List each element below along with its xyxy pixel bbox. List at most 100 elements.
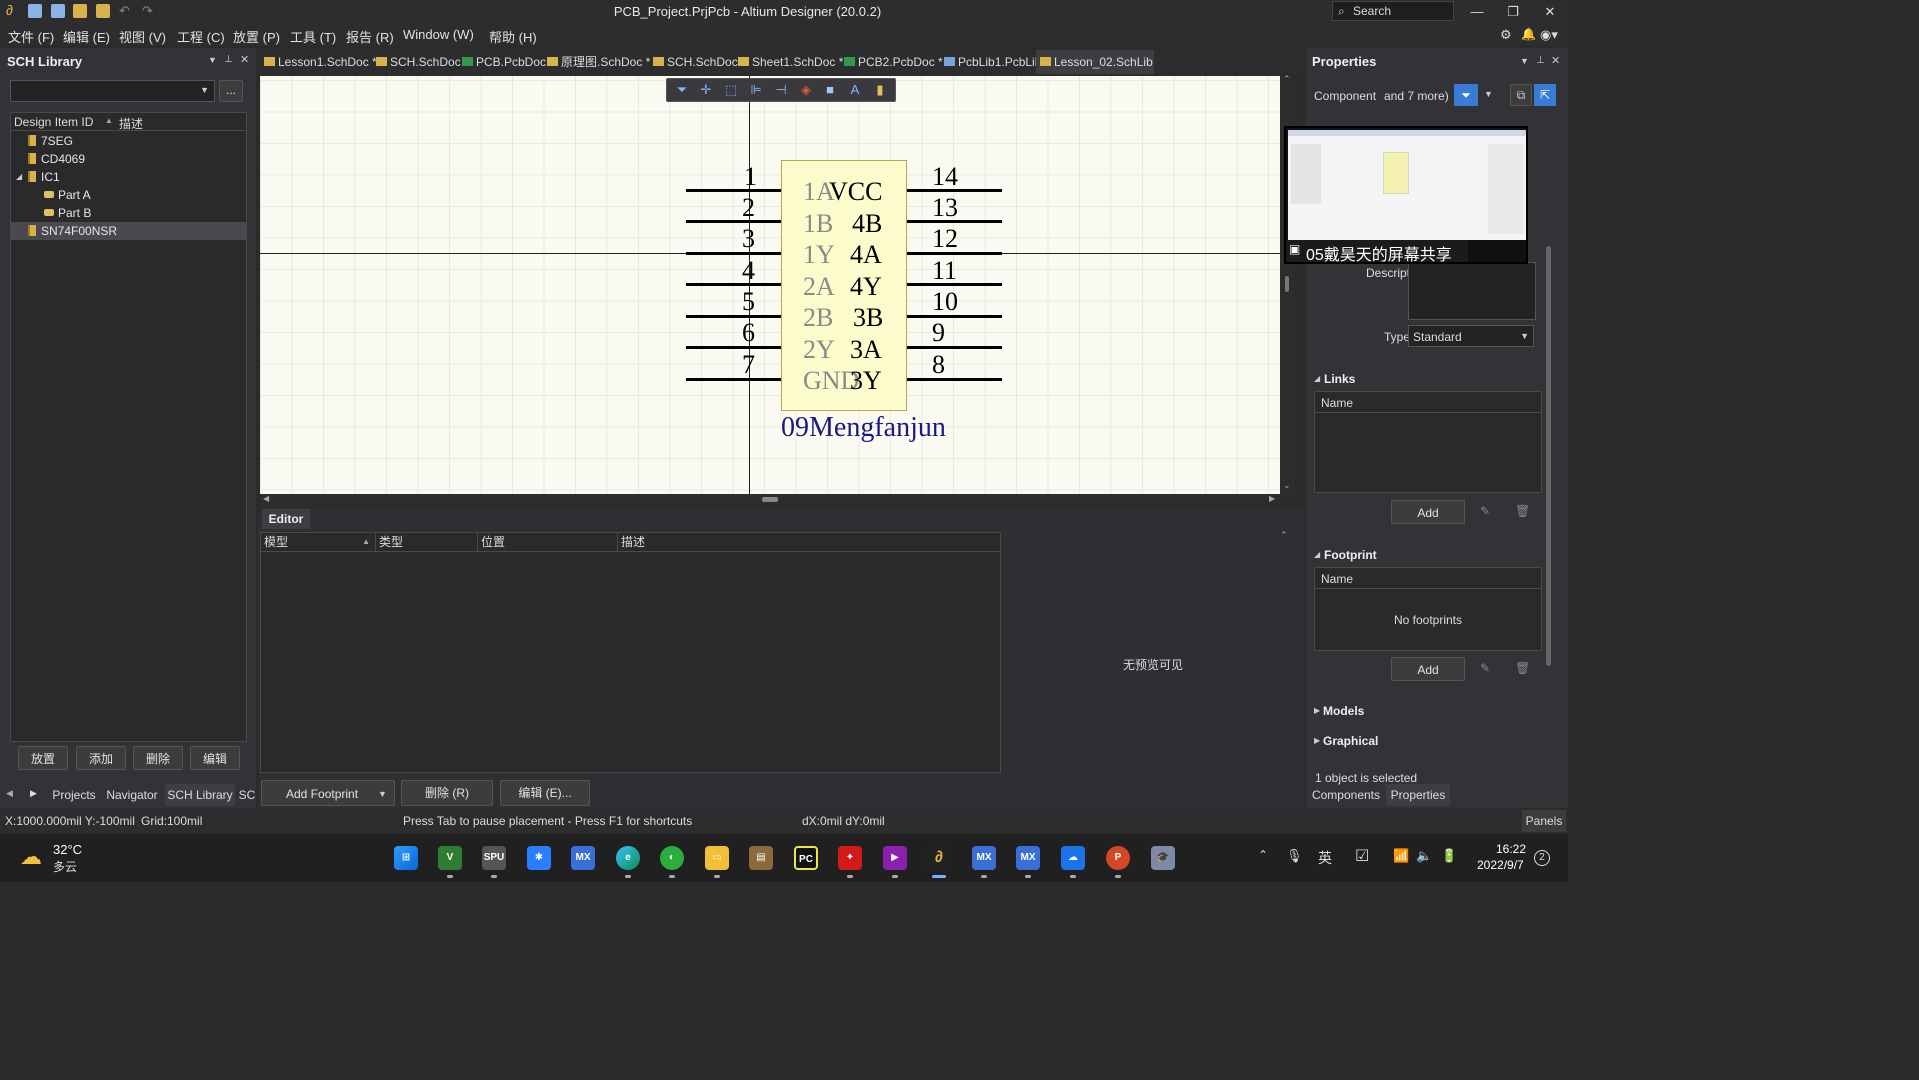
edit-button[interactable]: 编辑 (190, 746, 240, 770)
models-title[interactable]: Models (1323, 704, 1364, 718)
panels-button[interactable]: Panels (1522, 810, 1566, 832)
clock-time[interactable]: 16:22 (1496, 842, 1526, 856)
browse-button[interactable]: ... (219, 80, 243, 102)
mx-app-icon-3[interactable]: MX (1016, 846, 1040, 870)
pin-icon[interactable]: ⊥ (1536, 55, 1545, 66)
clock-date[interactable]: 2022/9/7 (1477, 858, 1524, 872)
wechat-icon[interactable]: ◐ (660, 846, 684, 870)
right-scrollbar[interactable] (1546, 182, 1552, 772)
vivado-icon[interactable]: V (438, 846, 462, 870)
add-footprint-button[interactable]: Add (1391, 657, 1465, 681)
menu-tools[interactable]: 工具 (T) (290, 27, 336, 46)
collapse-links-icon[interactable]: ◢ (1314, 374, 1320, 383)
panel-menu-icon[interactable]: ▼ (208, 55, 217, 65)
red-app-icon[interactable]: ✦ (838, 846, 862, 870)
tab-scroll-left-icon[interactable]: ◀ (6, 788, 13, 799)
menu-project[interactable]: 工程 (C) (177, 27, 225, 46)
windows-start-icon[interactable]: ⊞ (394, 846, 418, 870)
scroll-thumb[interactable] (762, 497, 778, 502)
tab-sch-schdoc[interactable]: SCH.SchDoc (372, 50, 461, 74)
search-input[interactable]: ⌕ Search (1332, 1, 1454, 21)
powerpoint-icon[interactable]: P (1106, 846, 1130, 870)
file-explorer-icon[interactable]: ▭ (705, 846, 729, 870)
schematic-canvas[interactable]: 1 2 3 4 5 6 7 1A 1B 1Y 2A 2B 2Y GND VCC … (260, 76, 1280, 494)
menu-file[interactable]: 文件 (F) (8, 27, 54, 46)
col-description[interactable]: 描述 (618, 533, 1000, 551)
pycharm-icon[interactable]: PC (794, 846, 818, 870)
notification-badge[interactable]: 2 (1534, 850, 1550, 866)
wifi-icon[interactable]: 📶 (1393, 848, 1409, 864)
menu-window[interactable]: Window (W) (403, 27, 474, 42)
select-icon[interactable]: ⬚ (724, 83, 738, 97)
edit-pencil-icon[interactable]: ✎ (1480, 504, 1490, 518)
menu-help[interactable]: 帮助 (H) (489, 27, 537, 46)
select-mode-icon[interactable]: ⧉ (1510, 84, 1532, 106)
delete-button[interactable]: 删除 (133, 746, 183, 770)
models-grid[interactable]: 模型 ▲ 类型 位置 描述 (260, 532, 1001, 773)
edit-model-button[interactable]: 编辑 (E)... (500, 780, 590, 806)
col-type[interactable]: 类型 (376, 533, 478, 551)
tab-yuanlitu-schdoc[interactable]: 原理图.SchDoc * (543, 50, 650, 74)
list-item[interactable]: CD4069 (28, 150, 85, 168)
checkbox-tray-icon[interactable]: ☑ (1355, 846, 1369, 866)
account-icon[interactable]: ◉▾ (1540, 27, 1558, 43)
tab-pcb-pcbdoc[interactable]: PCB.PcbDoc (458, 50, 546, 74)
filter-combo[interactable]: ▼ (10, 80, 215, 102)
app-star-icon[interactable]: ✱ (527, 846, 551, 870)
horizontal-scrollbar[interactable]: ◀ ▶ (260, 494, 1280, 506)
col-description[interactable]: 描述 (119, 115, 143, 132)
restore-button[interactable]: ❐ (1500, 2, 1526, 22)
align-icon[interactable]: ⊫ (749, 83, 763, 97)
component-icon[interactable]: ▮ (873, 83, 887, 97)
filter-button[interactable]: ⏷ (1454, 84, 1478, 106)
tab-sc[interactable]: SC (238, 784, 256, 806)
pin-icon[interactable]: ⊥ (224, 54, 233, 65)
education-app-icon[interactable]: 🎓 (1151, 846, 1175, 870)
tab-sch-schdoc-2[interactable]: SCH.SchDoc (649, 50, 738, 74)
tab-properties[interactable]: Properties (1386, 784, 1450, 806)
tab-sheet1-schdoc[interactable]: Sheet1.SchDoc * (734, 50, 843, 74)
delete-trash-icon[interactable]: 🗑 (1515, 504, 1530, 518)
tab-lesson1-schdoc[interactable]: Lesson1.SchDoc * (260, 50, 377, 74)
weather-icon[interactable]: ☁ (20, 844, 42, 870)
delete-trash-icon[interactable]: 🗑 (1515, 661, 1530, 675)
app-box-icon[interactable]: ▤ (749, 846, 773, 870)
cursor-mode-icon[interactable]: ⇱ (1534, 84, 1556, 106)
place-pin-icon[interactable]: ⊣ (774, 83, 788, 97)
ieee-symbol-icon[interactable]: ◈ (799, 83, 813, 97)
mx-app-icon[interactable]: MX (571, 846, 595, 870)
description-field[interactable] (1408, 262, 1536, 320)
col-model[interactable]: 模型 ▲ (261, 533, 376, 551)
list-item[interactable]: IC1 (28, 168, 60, 186)
filter-icon[interactable]: ⏷ (675, 83, 689, 97)
list-item[interactable]: 7SEG (28, 132, 73, 150)
temperature[interactable]: 32°C (53, 842, 82, 857)
tray-expand-icon[interactable]: ⌃ (1258, 848, 1268, 862)
scroll-up-icon[interactable]: ⌃ (1283, 74, 1291, 85)
purple-app-icon[interactable]: ▶ (883, 846, 907, 870)
close-panel-icon[interactable]: ✕ (240, 53, 249, 66)
notification-icon[interactable]: 🔔 (1521, 27, 1536, 41)
edit-pencil-icon[interactable]: ✎ (1480, 661, 1490, 675)
tab-navigator[interactable]: Navigator (102, 784, 162, 806)
footprint-title[interactable]: Footprint (1324, 548, 1377, 562)
add-button[interactable]: 添加 (76, 746, 126, 770)
collapse-footprint-icon[interactable]: ◢ (1314, 550, 1320, 559)
expand-icon[interactable]: ⌃ (1280, 530, 1288, 541)
close-button[interactable]: ✕ (1537, 2, 1563, 22)
delete-model-button[interactable]: 删除 (R) (401, 780, 493, 806)
links-title[interactable]: Links (1324, 372, 1355, 386)
menu-place[interactable]: 放置 (P) (233, 27, 280, 46)
scroll-down-icon[interactable]: ⌄ (1283, 480, 1291, 491)
text-icon[interactable]: A (848, 83, 862, 97)
expand-graphical-icon[interactable]: ▶ (1314, 736, 1320, 745)
component-designator[interactable]: 09Mengfanjun (781, 412, 946, 444)
volume-icon[interactable]: 🔈 (1416, 848, 1432, 864)
footprint-grid[interactable]: Name No footprints (1314, 567, 1542, 651)
col-location[interactable]: 位置 (478, 533, 618, 551)
tab-sch-library[interactable]: SCH Library (165, 784, 235, 806)
scroll-thumb[interactable] (1546, 246, 1551, 666)
tab-components[interactable]: Components (1308, 784, 1384, 806)
add-footprint-button[interactable]: Add Footprint ▼ (261, 780, 395, 806)
edge-browser-icon[interactable]: e (616, 846, 640, 870)
